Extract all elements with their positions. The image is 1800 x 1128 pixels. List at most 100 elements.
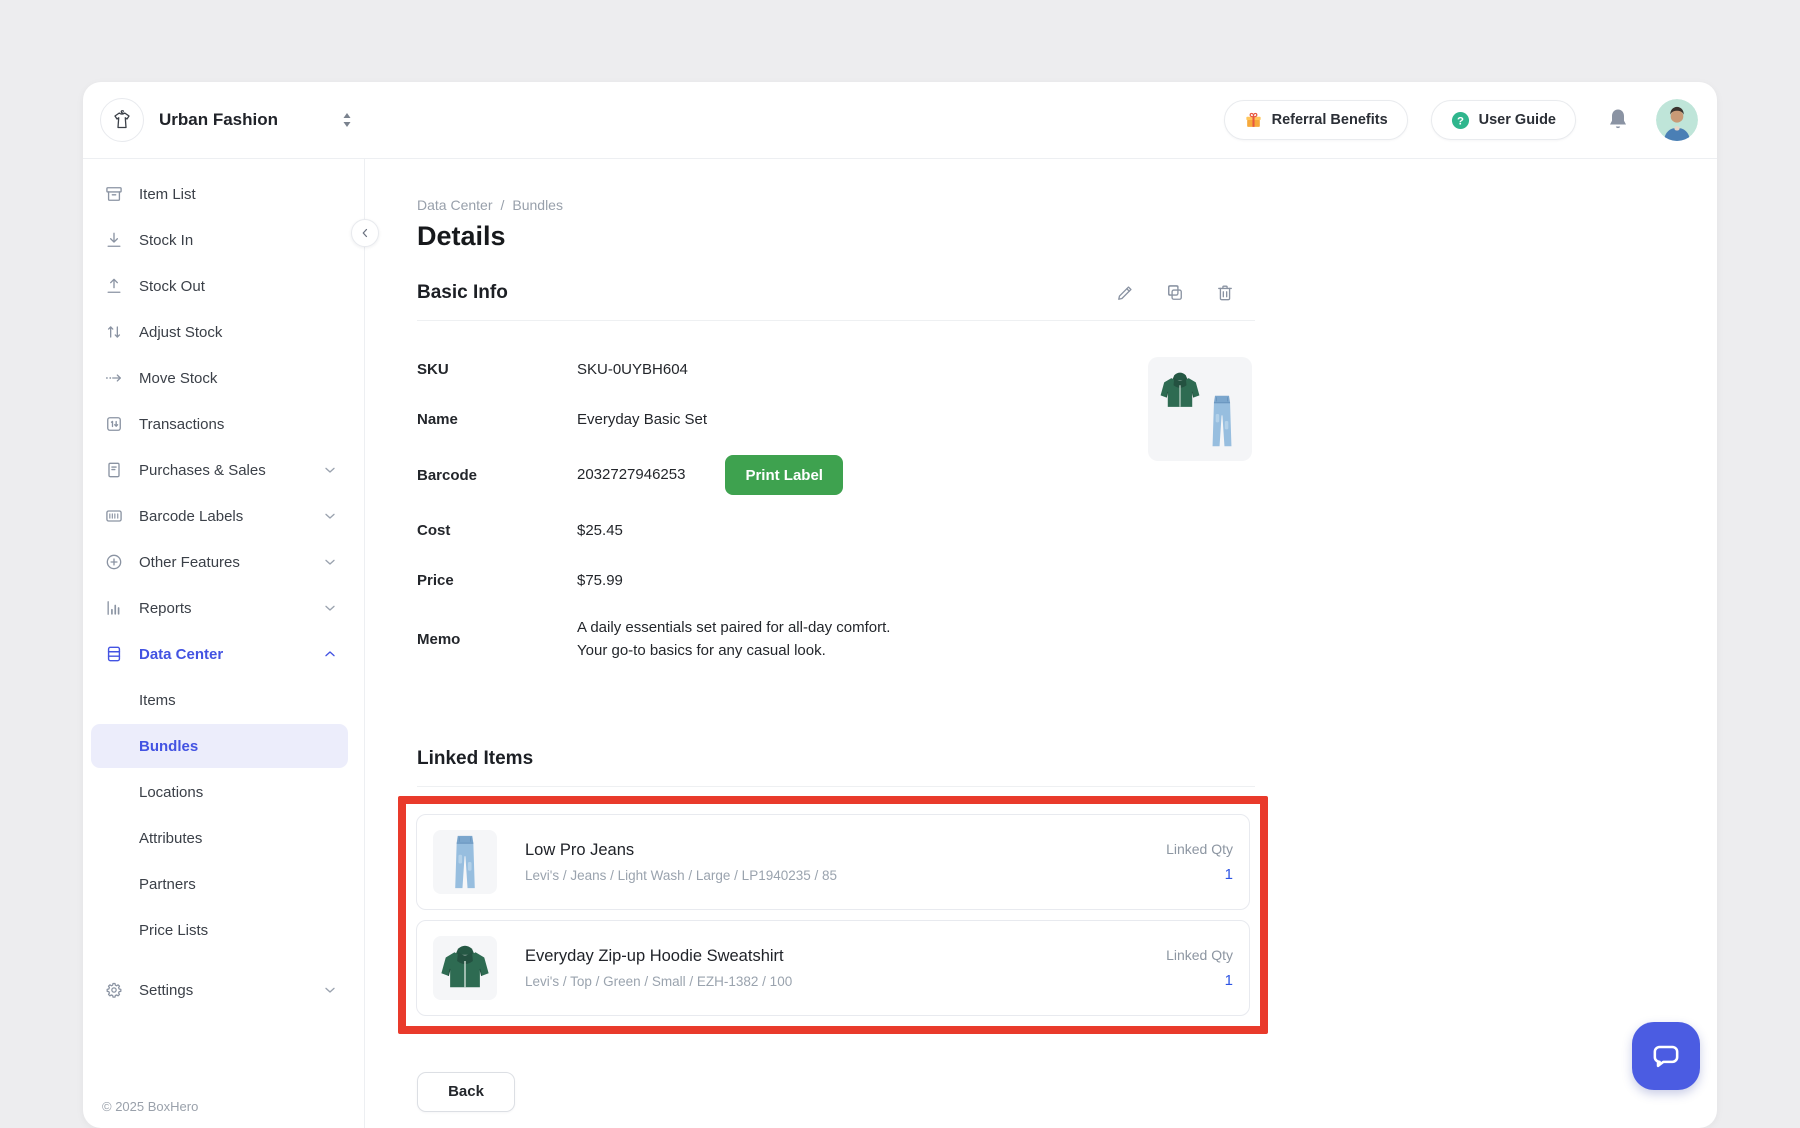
referral-benefits-button[interactable]: Referral Benefits bbox=[1224, 100, 1408, 140]
bundle-image[interactable] bbox=[1148, 357, 1252, 461]
linked-item-attributes: Levi's / Jeans / Light Wash / Large / LP… bbox=[525, 868, 837, 883]
breadcrumb-separator: / bbox=[500, 197, 504, 213]
workspace-switcher[interactable]: Urban Fashion bbox=[100, 98, 354, 142]
linked-item-text: Everyday Zip-up Hoodie Sweatshirt Levi's… bbox=[525, 947, 792, 989]
print-label-button[interactable]: Print Label bbox=[725, 455, 843, 495]
sidebar-item-settings[interactable]: Settings bbox=[91, 968, 348, 1012]
sidebar-navigation: Item List Stock In Stock Out bbox=[83, 159, 365, 1128]
barcode-icon bbox=[104, 506, 124, 526]
sidebar-item-reports[interactable]: Reports bbox=[91, 586, 348, 630]
sidebar-item-label: Item List bbox=[139, 186, 196, 203]
linked-item-name: Low Pro Jeans bbox=[525, 841, 837, 860]
sidebar-item-attributes[interactable]: Attributes bbox=[91, 816, 348, 860]
sidebar-item-locations[interactable]: Locations bbox=[91, 770, 348, 814]
field-label: Memo bbox=[417, 631, 577, 648]
sidebar-item-price-lists[interactable]: Price Lists bbox=[91, 908, 348, 952]
delete-trash-icon[interactable] bbox=[1215, 283, 1235, 303]
sidebar-item-purchases-sales[interactable]: Purchases & Sales bbox=[91, 448, 348, 492]
copyright-text: © 2025 BoxHero bbox=[102, 1099, 198, 1114]
main-content: Data Center / Bundles Details Basic Info bbox=[365, 159, 1717, 1128]
memo-value: A daily essentials set paired for all-da… bbox=[577, 616, 890, 663]
linked-qty-value[interactable]: 1 bbox=[1166, 866, 1233, 883]
duplicate-copy-icon[interactable] bbox=[1165, 283, 1185, 303]
sidebar-item-stock-in[interactable]: Stock In bbox=[91, 218, 348, 262]
sidebar-collapse-button[interactable] bbox=[351, 219, 379, 247]
linked-qty-label: Linked Qty bbox=[1166, 841, 1233, 857]
linked-items-title: Linked Items bbox=[417, 748, 1255, 770]
chat-support-button[interactable] bbox=[1632, 1022, 1700, 1090]
field-row-barcode: Barcode 2032727946253 Print Label bbox=[417, 455, 1255, 495]
sidebar-item-label: Data Center bbox=[139, 646, 223, 663]
field-label: Name bbox=[417, 411, 577, 428]
sidebar-item-adjust-stock[interactable]: Adjust Stock bbox=[91, 310, 348, 354]
move-stock-icon bbox=[104, 368, 124, 388]
header-actions: Referral Benefits ? User Guide bbox=[1224, 99, 1698, 141]
box-icon bbox=[104, 184, 124, 204]
stock-out-icon bbox=[104, 276, 124, 296]
field-label: SKU bbox=[417, 361, 577, 378]
sidebar-item-label: Settings bbox=[139, 982, 193, 999]
sidebar-item-barcode-labels[interactable]: Barcode Labels bbox=[91, 494, 348, 538]
sidebar-item-bundles[interactable]: Bundles bbox=[91, 724, 348, 768]
sidebar-item-partners[interactable]: Partners bbox=[91, 862, 348, 906]
back-button[interactable]: Back bbox=[417, 1072, 515, 1112]
cost-value: $25.45 bbox=[577, 519, 623, 542]
transactions-icon bbox=[104, 414, 124, 434]
field-label: Cost bbox=[417, 522, 577, 539]
chevron-down-icon bbox=[322, 600, 338, 616]
linked-qty-block: Linked Qty 1 bbox=[1166, 947, 1233, 989]
receipt-icon bbox=[104, 460, 124, 480]
field-row-memo: Memo A daily essentials set paired for a… bbox=[417, 616, 1255, 663]
user-guide-button[interactable]: ? User Guide bbox=[1431, 100, 1576, 140]
linked-qty-block: Linked Qty 1 bbox=[1166, 841, 1233, 883]
adjust-stock-icon bbox=[104, 322, 124, 342]
app-window: Urban Fashion Referral Bene bbox=[83, 82, 1717, 1128]
gift-icon bbox=[1244, 111, 1263, 130]
bar-chart-icon bbox=[104, 598, 124, 618]
linked-item-attributes: Levi's / Top / Green / Small / EZH-1382 … bbox=[525, 974, 792, 989]
linked-item-name: Everyday Zip-up Hoodie Sweatshirt bbox=[525, 947, 792, 966]
linked-qty-label: Linked Qty bbox=[1166, 947, 1233, 963]
workspace-logo-icon bbox=[100, 98, 144, 142]
sidebar-item-transactions[interactable]: Transactions bbox=[91, 402, 348, 446]
notifications-bell-icon[interactable] bbox=[1606, 107, 1630, 133]
section-divider bbox=[417, 786, 1255, 787]
sidebar-item-label: Stock In bbox=[139, 232, 193, 249]
sidebar-item-move-stock[interactable]: Move Stock bbox=[91, 356, 348, 400]
stock-in-icon bbox=[104, 230, 124, 250]
sidebar-item-data-center[interactable]: Data Center bbox=[91, 632, 348, 676]
price-value: $75.99 bbox=[577, 569, 623, 592]
field-row-cost: Cost $25.45 bbox=[417, 516, 1255, 545]
field-row-sku: SKU SKU-0UYBH604 bbox=[417, 355, 1255, 384]
field-label: Barcode bbox=[417, 467, 577, 484]
user-guide-label: User Guide bbox=[1479, 112, 1556, 128]
breadcrumb-bundles[interactable]: Bundles bbox=[512, 197, 563, 213]
barcode-value: 2032727946253 bbox=[577, 463, 685, 486]
sidebar-item-stock-out[interactable]: Stock Out bbox=[91, 264, 348, 308]
user-avatar[interactable] bbox=[1656, 99, 1698, 141]
chevron-down-icon bbox=[322, 508, 338, 524]
sidebar-item-items[interactable]: Items bbox=[91, 678, 348, 722]
linked-qty-value[interactable]: 1 bbox=[1166, 972, 1233, 989]
page-title: Details bbox=[417, 221, 1255, 252]
linked-items-section: Linked Items Low Pro Jeans Levi's / Jean… bbox=[417, 748, 1255, 1112]
referral-benefits-label: Referral Benefits bbox=[1272, 112, 1388, 128]
sidebar-item-label: Stock Out bbox=[139, 278, 205, 295]
breadcrumb-data-center[interactable]: Data Center bbox=[417, 197, 492, 213]
help-icon: ? bbox=[1451, 111, 1470, 130]
edit-pencil-icon[interactable] bbox=[1115, 283, 1135, 303]
linked-item-card[interactable]: Everyday Zip-up Hoodie Sweatshirt Levi's… bbox=[416, 920, 1250, 1016]
top-header: Urban Fashion Referral Bene bbox=[83, 82, 1717, 159]
field-label: Price bbox=[417, 572, 577, 589]
basic-info-fields: SKU SKU-0UYBH604 Name Everyday Basic Set… bbox=[417, 355, 1255, 663]
sidebar-item-label: Price Lists bbox=[139, 922, 208, 939]
linked-item-card[interactable]: Low Pro Jeans Levi's / Jeans / Light Was… bbox=[416, 814, 1250, 910]
database-icon bbox=[104, 644, 124, 664]
sidebar-item-other-features[interactable]: Other Features bbox=[91, 540, 348, 584]
sidebar-item-label: Move Stock bbox=[139, 370, 217, 387]
field-row-price: Price $75.99 bbox=[417, 566, 1255, 595]
sidebar-item-label: Reports bbox=[139, 600, 192, 617]
hoodie-image bbox=[1157, 368, 1203, 414]
sidebar-item-item-list[interactable]: Item List bbox=[91, 172, 348, 216]
field-row-name: Name Everyday Basic Set bbox=[417, 405, 1255, 434]
